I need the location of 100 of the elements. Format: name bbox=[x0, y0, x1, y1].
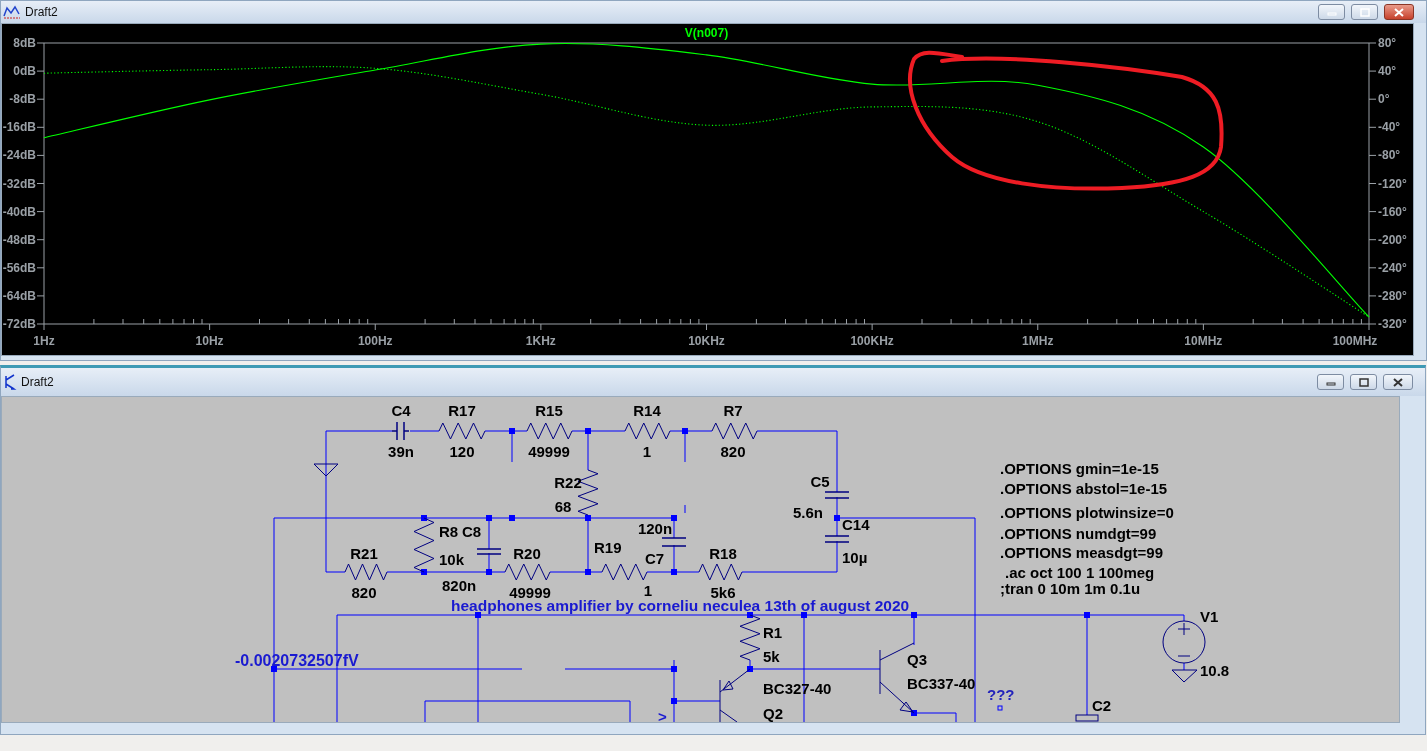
component-value: 820n bbox=[442, 577, 477, 594]
y-axis-label: -8dB bbox=[9, 92, 36, 107]
component-label: Q3 bbox=[907, 651, 927, 668]
y-axis-label: -320° bbox=[1378, 317, 1407, 331]
spice-directive: .OPTIONS measdgt=99 bbox=[1000, 544, 1163, 561]
wire bbox=[409, 430, 440, 432]
x-axis-label: 100KHz bbox=[850, 334, 894, 348]
y-axis-label: -80° bbox=[1378, 148, 1401, 163]
component-value: 820 bbox=[720, 443, 746, 460]
spice-directive: .OPTIONS numdgt=99 bbox=[1000, 525, 1157, 542]
component-label: R7 bbox=[723, 402, 743, 419]
y-axis-label: -24dB bbox=[2, 148, 36, 163]
y-axis-label: 0° bbox=[1378, 92, 1390, 107]
restore-icon bbox=[1359, 7, 1370, 17]
resistor-symbol bbox=[711, 422, 758, 440]
close-icon bbox=[1393, 377, 1403, 387]
component-label: R14 bbox=[633, 402, 661, 419]
x-axis-label: 10MHz bbox=[1184, 334, 1223, 348]
y-axis-label: -120° bbox=[1378, 176, 1407, 191]
resistor-symbol bbox=[526, 422, 573, 440]
component-value: 10.8 bbox=[1200, 662, 1230, 679]
y-axis-label: -64dB bbox=[2, 288, 36, 303]
component-value: 820 bbox=[351, 584, 377, 601]
pin-marker bbox=[997, 705, 1003, 711]
spice-directive: .OPTIONS plotwinsize=0 bbox=[1000, 504, 1174, 521]
restore-button[interactable] bbox=[1350, 374, 1377, 390]
component-value: 1 bbox=[643, 582, 653, 599]
close-button[interactable] bbox=[1384, 4, 1414, 20]
component-value: 10µ bbox=[842, 549, 868, 566]
capacitor-symbol bbox=[391, 421, 410, 441]
restore-button[interactable] bbox=[1351, 4, 1378, 20]
component-label: R18 bbox=[709, 545, 737, 562]
spice-directive: .ac oct 100 1 100meg bbox=[1005, 564, 1155, 581]
y-axis-label: 80° bbox=[1378, 36, 1397, 50]
capacitor-symbol bbox=[661, 537, 687, 547]
component-value: BC327-40 bbox=[763, 680, 832, 697]
y-axis-label: -200° bbox=[1378, 232, 1407, 247]
y-axis-label: -72dB bbox=[2, 317, 36, 331]
resistor-symbol bbox=[739, 614, 761, 661]
x-axis-label: 100MHz bbox=[1332, 334, 1378, 348]
window-title: Draft2 bbox=[21, 375, 54, 389]
component-value: 5.6n bbox=[793, 504, 823, 521]
resistor-symbol bbox=[504, 563, 551, 581]
y-axis-label: -240° bbox=[1378, 260, 1407, 275]
component-label: R15 bbox=[535, 402, 563, 419]
spice-directive: ;tran 0 10m 1m 0.1u bbox=[1000, 580, 1141, 597]
resistor-symbol bbox=[344, 563, 388, 581]
y-axis-label: -56dB bbox=[2, 260, 36, 275]
ground-symbol bbox=[313, 463, 339, 477]
x-axis-label: 1Hz bbox=[33, 334, 55, 348]
component-label: C8 bbox=[462, 523, 482, 540]
x-axis-label: 1MHz bbox=[1022, 334, 1054, 348]
component-value: 39n bbox=[388, 443, 414, 460]
y-axis-label: -32dB bbox=[2, 176, 36, 191]
component-value: 1 bbox=[642, 443, 652, 460]
y-axis-label: -40° bbox=[1378, 120, 1401, 135]
transistor-icon bbox=[3, 374, 17, 390]
component-value: 68 bbox=[554, 498, 572, 515]
resistor-symbol bbox=[438, 422, 486, 440]
component-label: V1 bbox=[1200, 608, 1219, 625]
unknown-part-label: ??? bbox=[987, 686, 1015, 703]
component-value: 120n bbox=[637, 520, 673, 537]
trace-title: V(n007) bbox=[684, 26, 729, 40]
component-label: R20 bbox=[513, 545, 541, 562]
component-label: R19 bbox=[594, 539, 622, 556]
ground-symbol bbox=[1171, 669, 1198, 683]
y-axis-label: -280° bbox=[1378, 288, 1407, 303]
component-label: C14 bbox=[842, 516, 870, 533]
component-label: R1 bbox=[763, 624, 783, 641]
spice-directive: .OPTIONS gmin=1e-15 bbox=[1000, 460, 1159, 477]
spice-directive: .OPTIONS abstol=1e-15 bbox=[1000, 480, 1168, 497]
resistor-symbol bbox=[413, 517, 435, 573]
minimize-button[interactable] bbox=[1318, 4, 1345, 20]
component-value: 120 bbox=[449, 443, 475, 460]
component-label: C4 bbox=[391, 402, 411, 419]
restore-icon bbox=[1358, 377, 1369, 387]
pnp-transistor-symbol bbox=[719, 668, 751, 723]
y-axis-label: -16dB bbox=[2, 120, 36, 135]
y-axis-label: -160° bbox=[1378, 204, 1407, 219]
component-label: R17 bbox=[448, 402, 476, 419]
component-label: R21 bbox=[350, 545, 378, 562]
y-axis-label: 40° bbox=[1378, 64, 1397, 79]
capacitor-symbol bbox=[1075, 714, 1099, 722]
resistor-symbol bbox=[698, 563, 743, 581]
y-axis-label: -40dB bbox=[2, 204, 36, 219]
component-value: BC337-40 bbox=[907, 675, 976, 692]
component-value: 5k bbox=[763, 648, 780, 665]
x-axis-label: 100Hz bbox=[357, 334, 393, 348]
y-axis-label: 8dB bbox=[13, 36, 36, 50]
capacitor-symbol bbox=[476, 548, 502, 555]
close-button[interactable] bbox=[1383, 374, 1413, 390]
minimize-button[interactable] bbox=[1317, 374, 1344, 390]
x-axis-label: 1KHz bbox=[525, 334, 556, 348]
resistor-symbol bbox=[624, 422, 671, 440]
waveform-icon bbox=[3, 4, 21, 20]
component-label: C5 bbox=[810, 473, 830, 490]
component-label: Q2 bbox=[763, 705, 783, 722]
component-label: R22 bbox=[554, 474, 582, 491]
component-label: R8 bbox=[439, 523, 459, 540]
resistor-symbol bbox=[601, 563, 648, 581]
